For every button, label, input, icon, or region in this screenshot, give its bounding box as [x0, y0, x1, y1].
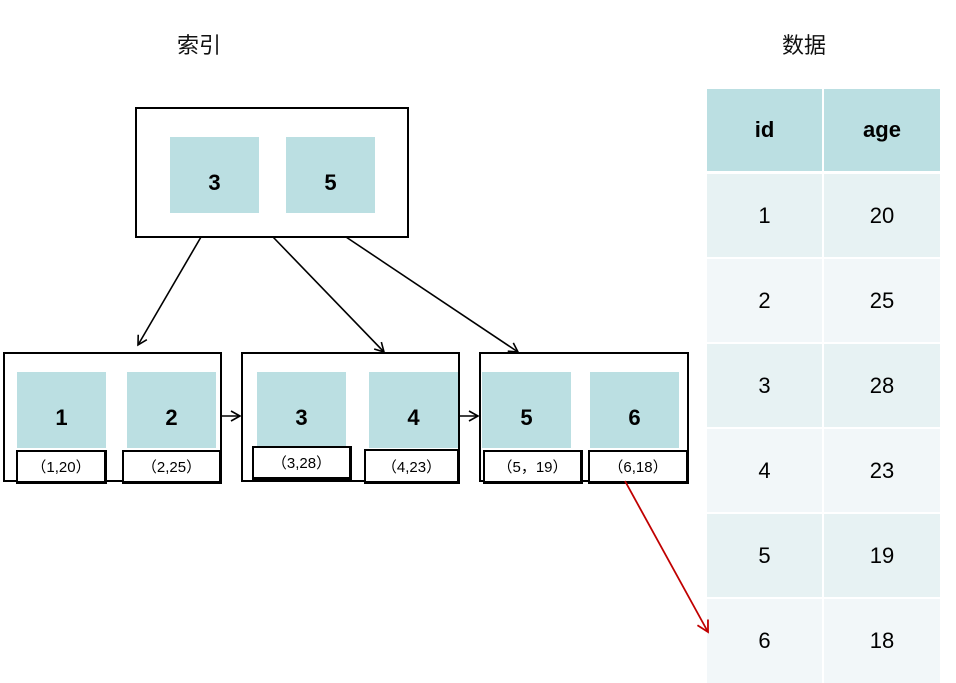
root-to-leaf1-arrow	[137, 236, 202, 347]
leaf-key: 3	[257, 372, 346, 448]
leaf-row-entry: （3,28）	[252, 446, 352, 480]
table-cell-id: 1	[707, 174, 822, 257]
table-cell-age: 19	[824, 514, 940, 597]
table-cell-age: 20	[824, 174, 940, 257]
leaf-key: 5	[482, 372, 571, 448]
root-to-leaf2-arrow	[272, 236, 386, 354]
leaf-key: 2	[127, 372, 216, 448]
table-cell-age: 18	[824, 599, 940, 683]
table-cell-id: 2	[707, 259, 822, 342]
leaf-row-entry: （6,18）	[588, 450, 689, 484]
table-header-id: id	[707, 89, 822, 171]
leaf-row-entry: （2,25）	[122, 450, 222, 484]
root-key: 3	[170, 137, 259, 213]
leaf-key: 4	[369, 372, 458, 448]
index-title: 索引	[177, 34, 222, 59]
table-cell-age: 28	[824, 344, 940, 427]
leaf-key: 6	[590, 372, 679, 448]
table-cell-age: 23	[824, 429, 940, 512]
table-cell-id: 6	[707, 599, 822, 683]
table-cell-id: 5	[707, 514, 822, 597]
root-to-leaf3-arrow	[345, 236, 520, 353]
table-cell-id: 3	[707, 344, 822, 427]
row-pointer-arrow	[624, 480, 709, 634]
table-header-age: age	[824, 89, 940, 171]
data-title: 数据	[782, 34, 827, 59]
table-cell-age: 25	[824, 259, 940, 342]
root-key: 5	[286, 137, 375, 213]
leaf-row-entry: （1,20）	[16, 450, 107, 484]
leaf-row-entry: （5，19）	[483, 450, 583, 484]
leaf-key: 1	[17, 372, 106, 448]
leaf-row-entry: （4,23）	[364, 449, 460, 484]
table-cell-id: 4	[707, 429, 822, 512]
